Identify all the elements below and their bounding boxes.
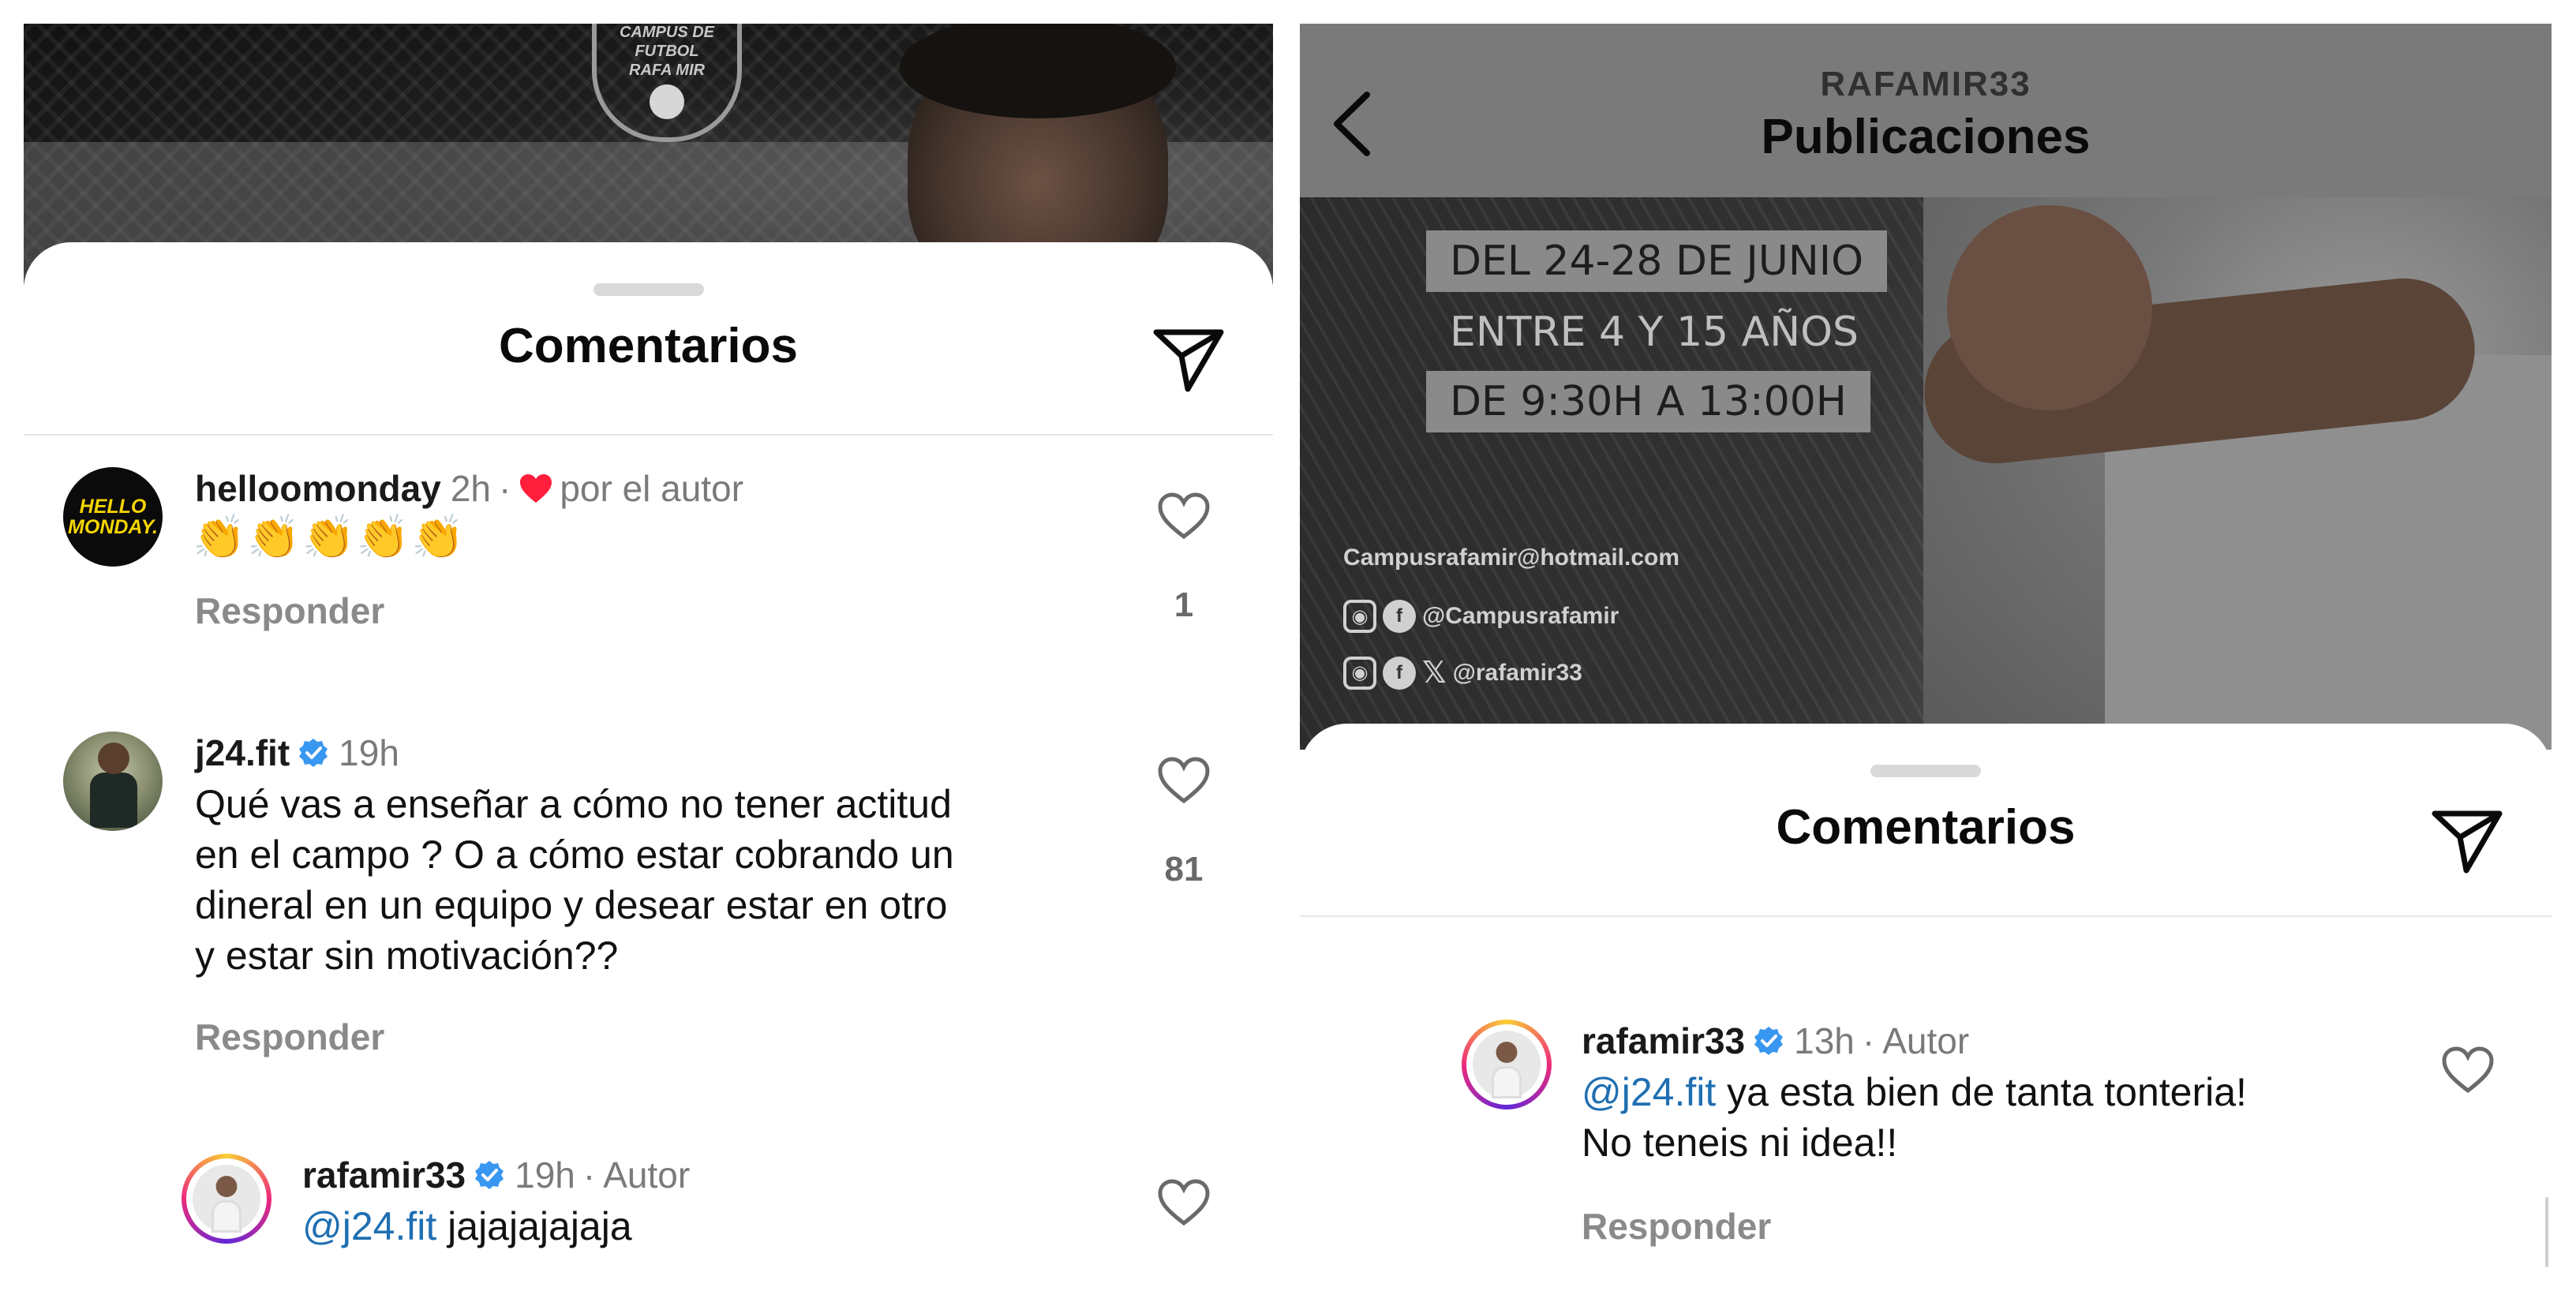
heart-icon[interactable] [1156,1177,1211,1228]
comments-sheet: Comentarios rafamir33 13h · Autor @j24.f… [1300,724,2552,1267]
comment-username[interactable]: rafamir33 [302,1154,466,1196]
crest-line-2: RAFA MIR [629,62,705,79]
mention-link[interactable]: @j24.fit [1582,1070,1716,1114]
heart-icon[interactable] [1156,491,1211,541]
comment-text-body: jajajajajaja [436,1204,632,1248]
comment-username[interactable]: helloomonday [195,467,441,510]
avatar[interactable]: HELLO MONDAY. [63,467,163,567]
avatar[interactable] [63,732,163,831]
reply-button[interactable]: Responder [195,1016,384,1058]
contact-email-text: Campusrafamir@hotmail.com [1343,544,1680,571]
liked-by-author-label: por el autor [560,468,744,509]
instagram-icon: ◉ [1343,656,1376,690]
comment-line: dineral en un equipo y desear estar en o… [195,883,948,927]
comment-text-body: ya esta bien de tanta tonteria! [1716,1070,2247,1114]
facebook-icon: f [1383,656,1416,690]
comment-meta: j24.fit 19h [195,732,399,774]
right-screenshot: DEL 24-28 DE JUNIO ENTRE 4 Y 15 AÑOS DE … [1300,24,2552,1267]
reply-button[interactable]: Responder [195,589,384,632]
page-title: Publicaciones [1761,110,2091,164]
comment-time: 19h [515,1154,575,1196]
header-username: RAFAMIR33 [1820,65,2031,103]
comment-item: HELLO MONDAY. helloomonday 2h · por el a… [24,467,1273,704]
avatar-logo-text: HELLO MONDAY. [68,496,158,538]
comment-text: 👏👏👏👏👏 [193,514,466,561]
left-screenshot: CAMPUS DE FUTBOL RAFA MIR Comentarios HE… [24,24,1273,1267]
like-count: 1 [1174,586,1194,624]
sheet-divider [1300,915,2552,917]
avatar-story-ring[interactable] [1462,1020,1552,1110]
verified-badge-icon [475,1161,504,1189]
reply-comment-item: rafamir33 19h · Autor @j24.fit jajajajaj… [24,1154,1273,1267]
contact-player-handle: ◉ f 𝕏 @rafamir33 [1343,655,1582,690]
comment-item: j24.fit 19h Qué vas a enseñar a cómo no … [24,732,1273,1095]
sheet-title: Comentarios [499,319,798,373]
comment-meta: rafamir33 13h · Autor [1582,1020,1969,1062]
scrollbar[interactable] [2545,1197,2548,1267]
player-fist [1947,205,2152,410]
contact-email: Campusrafamir@hotmail.com [1343,544,1679,571]
comment-time: 13h [1794,1020,1855,1061]
comment-time: 2h [450,468,491,509]
comment-meta: helloomonday 2h · por el autor [195,467,743,510]
comment-text: @j24.fit ya esta bien de tanta tonteria!… [1582,1067,2247,1168]
sheet-drag-handle[interactable] [593,283,704,296]
verified-badge-icon [1754,1027,1784,1055]
verified-badge-icon [299,739,328,767]
meta-separator: · [498,468,511,509]
avatar [193,1165,260,1233]
heart-icon[interactable] [1156,755,1211,806]
meta-separator: · [1862,1020,1875,1061]
send-button[interactable] [1151,324,1226,394]
crest-line-1: CAMPUS DE FUTBOL [619,24,714,60]
sheet-title: Comentarios [1776,800,2076,855]
sheet-divider [24,434,1273,436]
author-tag: Autor [603,1154,691,1196]
comment-text: Qué vas a enseñar a cómo no tener actitu… [195,779,954,981]
send-icon [2432,810,2503,874]
comment-line: @j24.fit ya esta bien de tanta tonteria! [1582,1067,2247,1117]
facebook-icon: f [1383,600,1416,633]
promo-hours: DE 9:30H A 13:00H [1426,371,1870,432]
comment-line: No teneis ni idea!! [1582,1121,1898,1165]
player-handle-text: @rafamir33 [1452,659,1582,686]
comment-line: Qué vas a enseñar a cómo no tener actitu… [195,782,952,826]
comment-line: y estar sin motivación?? [195,934,619,978]
avatar-story-ring[interactable] [182,1154,271,1244]
heart-icon[interactable] [2440,1045,2496,1095]
comment-meta: rafamir33 19h · Autor [302,1154,690,1196]
comment-username[interactable]: j24.fit [195,732,290,774]
author-tag: Autor [1882,1020,1970,1061]
send-icon [1153,329,1224,392]
comments-sheet: Comentarios HELLO MONDAY. helloomonday 2… [24,242,1273,1267]
contact-campus-handle: ◉ f @Campusrafamir [1343,600,1619,633]
like-count: 81 [1164,850,1204,889]
mention-link[interactable]: @j24.fit [302,1204,436,1248]
campus-handle-text: @Campusrafamir [1422,603,1619,629]
profile-header: RAFAMIR33 Publicaciones [1300,24,2552,197]
comment-username[interactable]: rafamir33 [1582,1020,1745,1062]
comment-time: 19h [339,732,399,773]
football-icon [650,84,684,119]
comment-line: en el campo ? O a cómo estar cobrando un [195,833,954,877]
x-icon: 𝕏 [1422,657,1447,690]
promo-dates: DEL 24-28 DE JUNIO [1426,230,1888,292]
comment-text: @j24.fit jajajajajaja [302,1201,632,1252]
promo-ages: ENTRE 4 Y 15 AÑOS [1450,309,1859,356]
send-button[interactable] [2430,806,2504,875]
reply-button[interactable]: Responder [1582,1205,1771,1248]
sheet-drag-handle[interactable] [1870,765,1981,777]
meta-separator: · [582,1154,596,1196]
heart-filled-icon [520,474,552,503]
avatar [1473,1031,1541,1098]
reply-comment-item: rafamir33 13h · Autor @j24.fit ya esta b… [1300,1020,2552,1256]
instagram-icon: ◉ [1343,600,1376,633]
